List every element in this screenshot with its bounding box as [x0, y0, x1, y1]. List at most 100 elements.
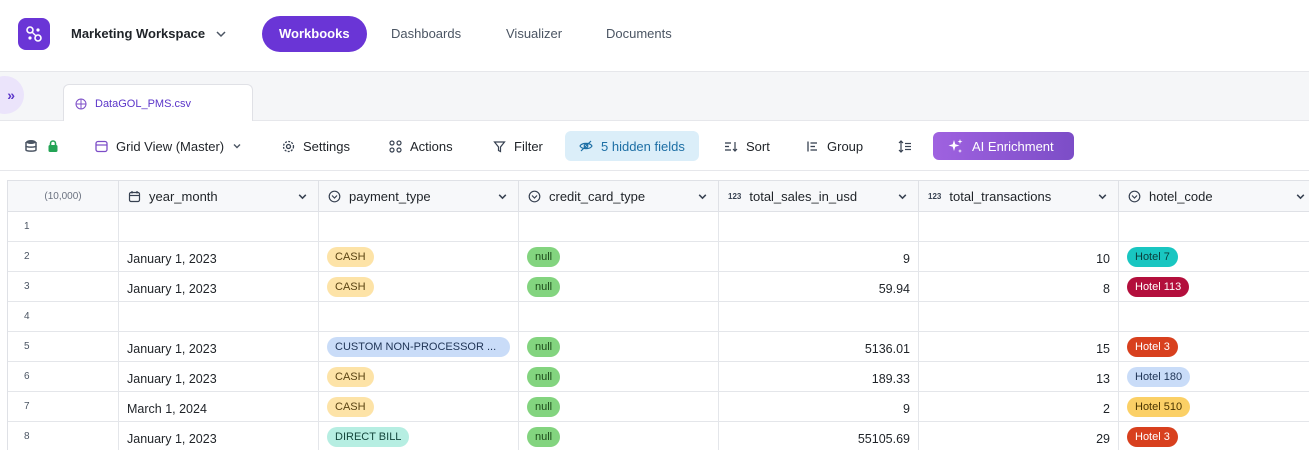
table-cell[interactable] — [919, 302, 1119, 332]
actions-button[interactable]: Actions — [389, 131, 453, 161]
table-cell[interactable] — [519, 212, 719, 242]
row-height-icon — [898, 139, 911, 153]
table-cell[interactable] — [719, 302, 919, 332]
single-select-icon — [528, 190, 541, 202]
column-header-hotel-code[interactable]: hotel_code — [1119, 181, 1309, 212]
table-cell[interactable]: 10 — [919, 242, 1119, 272]
column-label: year_month — [149, 188, 218, 204]
row-number[interactable]: 5 — [8, 332, 119, 362]
table-cell[interactable] — [119, 302, 319, 332]
column-header-credit-card-type[interactable]: credit_card_type — [519, 181, 719, 212]
table-cell[interactable]: March 1, 2024 — [119, 392, 319, 422]
gear-icon — [282, 140, 295, 152]
credit-card-type-pill: null — [527, 246, 561, 267]
tab-workbooks[interactable]: Workbooks — [262, 16, 367, 52]
chevron-down-icon[interactable] — [1097, 191, 1108, 202]
expand-sidebar-button[interactable]: » — [0, 76, 24, 114]
tab-dashboards[interactable]: Dashboards — [374, 16, 478, 52]
row-height-button[interactable] — [898, 131, 912, 161]
table-cell[interactable]: January 1, 2023 — [119, 332, 319, 362]
row-number[interactable]: 3 — [8, 272, 119, 302]
table-cell[interactable]: Hotel 7 — [1119, 242, 1309, 272]
row-number[interactable]: 7 — [8, 392, 119, 422]
hidden-fields-button[interactable]: 5 hidden fields — [565, 131, 699, 161]
table-cell[interactable] — [319, 212, 519, 242]
sheet-tab-label: DataGOL_PMS.csv — [95, 97, 191, 110]
table-cell[interactable] — [319, 302, 519, 332]
table-cell[interactable]: null — [519, 422, 719, 450]
table-cell[interactable]: January 1, 2023 — [119, 422, 319, 450]
database-button[interactable] — [24, 131, 60, 161]
table-cell[interactable]: 13 — [919, 362, 1119, 392]
filter-label: Filter — [514, 138, 543, 154]
chevron-down-icon[interactable] — [497, 191, 508, 202]
sheet-tab[interactable]: DataGOL_PMS.csv — [63, 84, 253, 122]
settings-button[interactable]: Settings — [282, 131, 350, 161]
filter-button[interactable]: Filter — [493, 131, 543, 161]
table-cell[interactable]: Hotel 113 — [1119, 272, 1309, 302]
chevron-down-icon[interactable] — [897, 191, 908, 202]
table-cell[interactable] — [719, 212, 919, 242]
column-header-total-transactions[interactable]: 123 total_transactions — [919, 181, 1119, 212]
table-cell[interactable]: January 1, 2023 — [119, 362, 319, 392]
row-number[interactable]: 2 — [8, 242, 119, 272]
chevron-down-icon[interactable] — [1295, 191, 1306, 202]
chevron-down-icon[interactable] — [297, 191, 308, 202]
sales-value: 55105.69 — [857, 431, 910, 446]
table-cell[interactable]: 9 — [719, 392, 919, 422]
row-number[interactable]: 1 — [8, 212, 119, 242]
table-cell[interactable]: January 1, 2023 — [119, 242, 319, 272]
table-cell[interactable]: Hotel 3 — [1119, 422, 1309, 450]
table-cell[interactable]: null — [519, 362, 719, 392]
sort-button[interactable]: Sort — [724, 131, 770, 161]
table-cell[interactable] — [519, 302, 719, 332]
table-cell[interactable]: 9 — [719, 242, 919, 272]
number-icon: 123 — [728, 191, 742, 201]
column-header-total-sales[interactable]: 123 total_sales_in_usd — [719, 181, 919, 212]
number-icon: 123 — [928, 191, 942, 201]
table-cell[interactable]: CASH — [319, 392, 519, 422]
tab-documents[interactable]: Documents — [589, 16, 689, 52]
table-cell[interactable]: 2 — [919, 392, 1119, 422]
row-number[interactable]: 4 — [8, 302, 119, 332]
row-number[interactable]: 6 — [8, 362, 119, 392]
tab-visualizer[interactable]: Visualizer — [489, 16, 579, 52]
column-header-payment-type[interactable]: payment_type — [319, 181, 519, 212]
table-cell[interactable] — [1119, 302, 1309, 332]
chevron-down-icon[interactable] — [697, 191, 708, 202]
database-icon — [25, 140, 37, 152]
table-cell[interactable]: null — [519, 392, 719, 422]
table-cell[interactable]: 15 — [919, 332, 1119, 362]
ai-enrichment-button[interactable]: AI Enrichment — [933, 132, 1074, 160]
table-cell[interactable]: Hotel 510 — [1119, 392, 1309, 422]
table-cell[interactable]: Hotel 3 — [1119, 332, 1309, 362]
table-cell[interactable] — [1119, 212, 1309, 242]
table-cell[interactable]: 55105.69 — [719, 422, 919, 450]
sales-value: 5136.01 — [864, 341, 910, 356]
table-cell[interactable]: 29 — [919, 422, 1119, 450]
app-logo-icon[interactable] — [18, 18, 50, 50]
table-cell[interactable]: 59.94 — [719, 272, 919, 302]
table-cell[interactable]: DIRECT BILL — [319, 422, 519, 450]
table-cell[interactable]: CASH — [319, 362, 519, 392]
group-icon — [807, 141, 817, 151]
table-cell[interactable]: CASH — [319, 242, 519, 272]
table-cell[interactable]: CASH — [319, 272, 519, 302]
table-cell[interactable]: 5136.01 — [719, 332, 919, 362]
table-cell[interactable]: null — [519, 332, 719, 362]
hotel-code-pill: Hotel 3 — [1127, 336, 1178, 357]
row-number[interactable]: 8 — [8, 422, 119, 450]
workspace-selector[interactable]: Marketing Workspace — [71, 26, 227, 41]
group-button[interactable]: Group — [806, 131, 863, 161]
table-cell[interactable]: null — [519, 242, 719, 272]
table-cell[interactable]: null — [519, 272, 719, 302]
table-cell[interactable]: 189.33 — [719, 362, 919, 392]
table-cell[interactable]: Hotel 180 — [1119, 362, 1309, 392]
column-header-year-month[interactable]: year_month — [119, 181, 319, 212]
table-cell[interactable]: 8 — [919, 272, 1119, 302]
table-cell[interactable]: CUSTOM NON-PROCESSOR ... — [319, 332, 519, 362]
view-selector[interactable]: Grid View (Master) — [95, 131, 242, 161]
table-cell[interactable]: January 1, 2023 — [119, 272, 319, 302]
table-cell[interactable] — [119, 212, 319, 242]
table-cell[interactable] — [919, 212, 1119, 242]
